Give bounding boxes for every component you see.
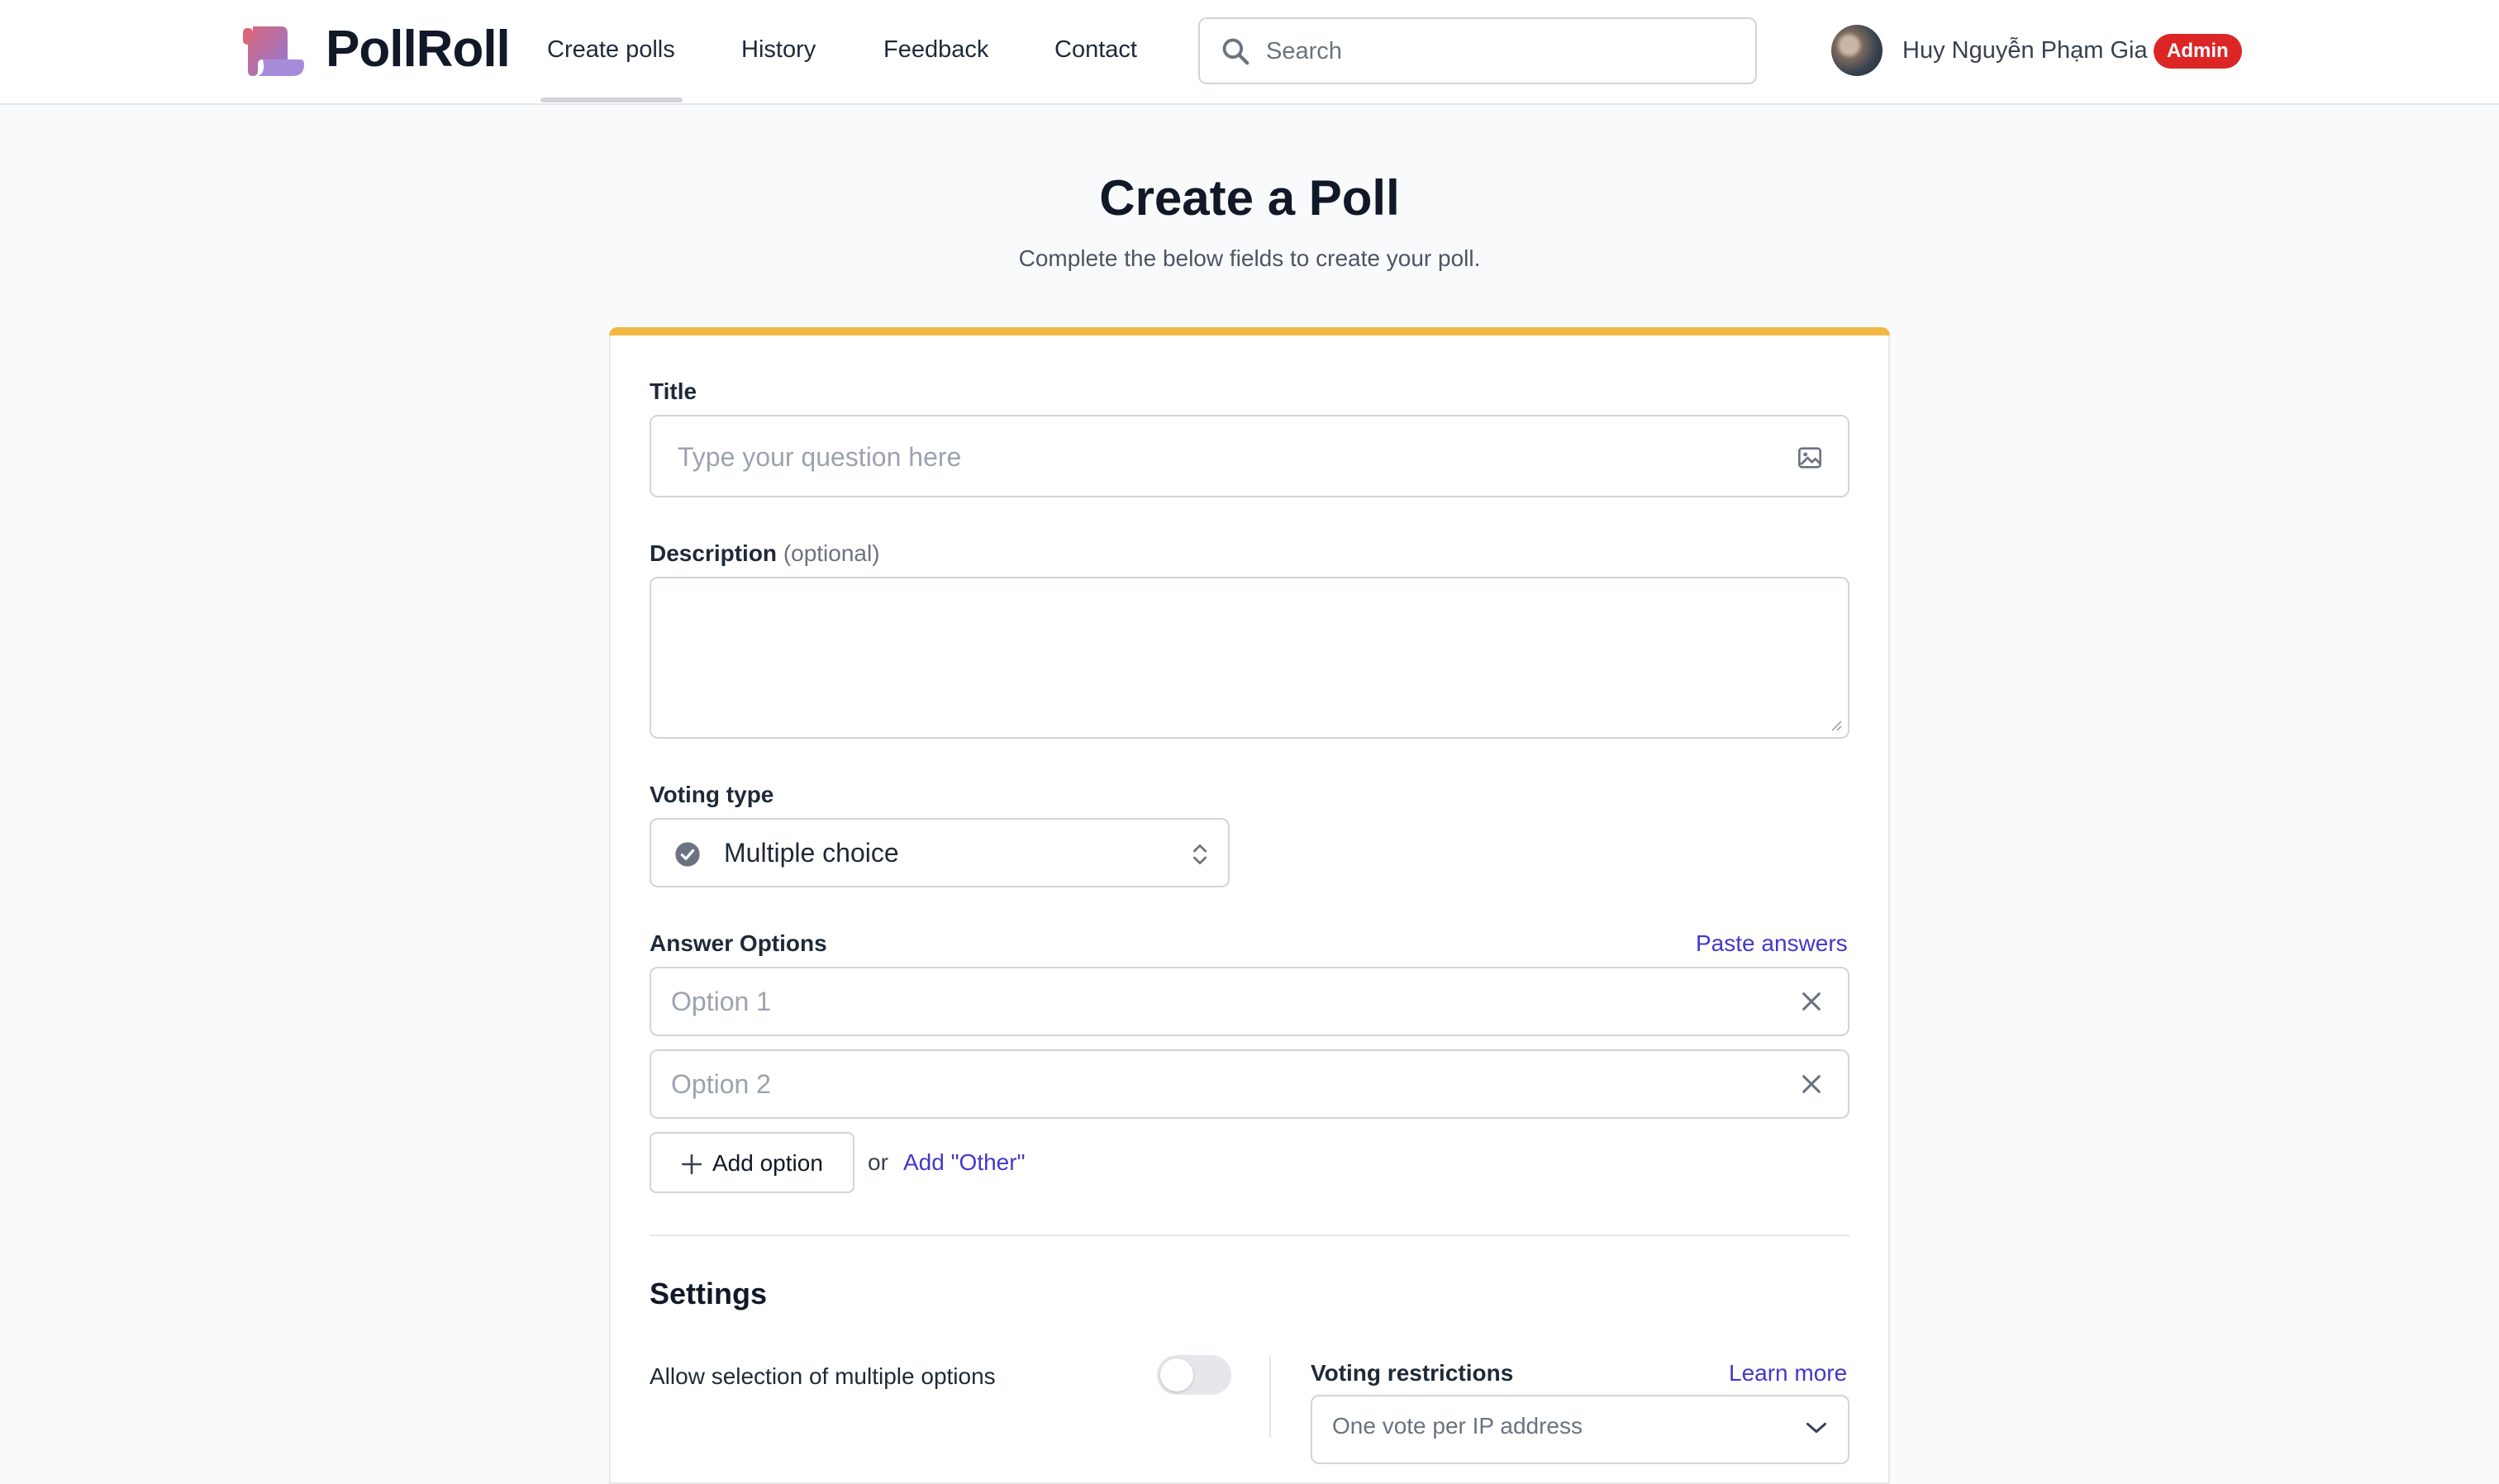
description-field[interactable]	[650, 577, 1849, 739]
option-field[interactable]	[650, 967, 1849, 1036]
option-1-input[interactable]	[671, 980, 1778, 1023]
add-other-link[interactable]: Add "Other"	[903, 1149, 1026, 1176]
page-subtitle: Complete the below fields to create your…	[1018, 245, 1481, 271]
top-navbar: PollRoll Create polls History Feedback C…	[0, 0, 2499, 105]
search-icon	[1222, 38, 1250, 65]
search-box[interactable]	[1198, 17, 1757, 84]
voting-restrictions-label: Voting restrictions	[1311, 1360, 1514, 1386]
nav-contact[interactable]: Contact	[1054, 36, 1137, 64]
nav-history[interactable]: History	[741, 36, 816, 64]
chevron-down-icon	[1806, 1422, 1827, 1434]
voting-type-select[interactable]: Multiple choice	[650, 818, 1230, 887]
title-label: Title	[650, 378, 697, 404]
description-label: Description (optional)	[650, 540, 880, 567]
image-icon[interactable]	[1797, 445, 1823, 471]
section-divider	[650, 1234, 1849, 1236]
admin-badge: Admin	[2154, 34, 2242, 69]
option-2-input[interactable]	[671, 1063, 1778, 1106]
add-option-label: Add option	[712, 1150, 823, 1176]
settings-vertical-divider	[1269, 1355, 1271, 1438]
allow-multiple-toggle[interactable]	[1157, 1355, 1231, 1395]
nav-active-indicator	[540, 98, 683, 102]
chevron-up-down-icon	[1193, 844, 1207, 864]
resize-handle-icon[interactable]	[1830, 719, 1843, 732]
optional-hint: (optional)	[783, 540, 880, 566]
learn-more-link[interactable]: Learn more	[1729, 1360, 1847, 1386]
nav-create-polls[interactable]: Create polls	[547, 36, 675, 64]
voting-restrictions-select[interactable]: One vote per IP address	[1311, 1395, 1849, 1464]
avatar[interactable]	[1831, 25, 1883, 76]
add-option-button[interactable]: Add option	[650, 1132, 854, 1193]
close-icon[interactable]	[1800, 1073, 1823, 1096]
description-textarea[interactable]	[668, 592, 1825, 724]
page-title: Create a Poll	[1099, 170, 1400, 226]
pollroll-logo-icon[interactable]	[241, 23, 307, 78]
plus-icon	[681, 1153, 702, 1175]
title-input[interactable]	[678, 433, 1785, 481]
allow-multiple-label: Allow selection of multiple options	[650, 1363, 996, 1389]
or-text: or	[868, 1149, 888, 1175]
description-label-text: Description	[650, 540, 778, 566]
poll-form-card	[609, 327, 1890, 1484]
brand-name[interactable]: PollRoll	[326, 20, 511, 78]
settings-title: Settings	[650, 1277, 768, 1310]
voting-type-value: Multiple choice	[724, 838, 899, 868]
paste-answers-link[interactable]: Paste answers	[1696, 930, 1848, 957]
voting-restrictions-value: One vote per IP address	[1332, 1413, 1583, 1439]
close-icon[interactable]	[1800, 990, 1823, 1013]
search-input[interactable]	[1266, 27, 1737, 75]
voting-type-label: Voting type	[650, 782, 774, 807]
nav-feedback[interactable]: Feedback	[883, 36, 988, 64]
title-field[interactable]	[650, 415, 1849, 497]
option-field[interactable]	[650, 1049, 1849, 1119]
answer-options-label: Answer Options	[650, 930, 827, 956]
user-name[interactable]: Huy Nguyễn Phạm Gia	[1902, 37, 2148, 64]
card-accent-bar	[609, 327, 1890, 335]
check-circle-icon	[675, 842, 700, 867]
toggle-knob	[1160, 1358, 1193, 1391]
